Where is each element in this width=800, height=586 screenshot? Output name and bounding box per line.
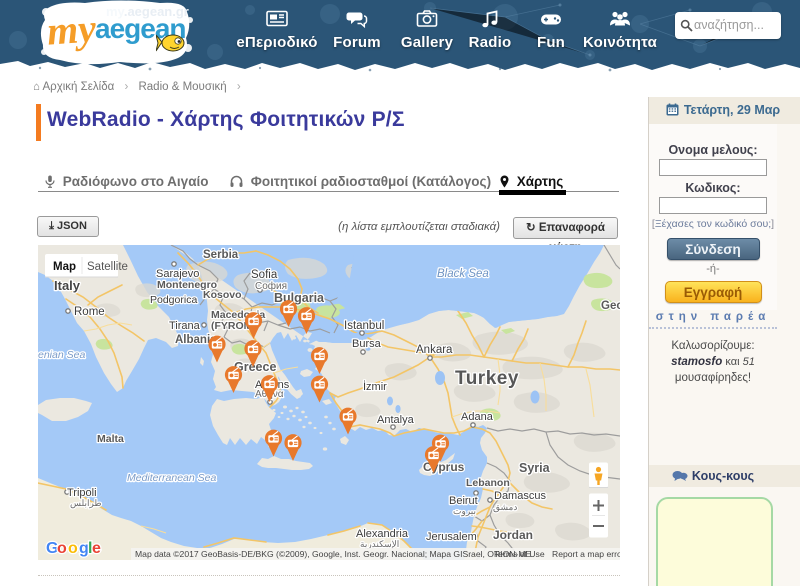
svg-text:Antalya: Antalya [377,414,415,426]
svg-text:Serbia: Serbia [203,249,239,261]
svg-text:طرابلس: طرابلس [70,498,102,509]
svg-text:Jordan: Jordan [493,528,533,542]
svg-text:Map data ©2017 GeoBasis-DE/BKG: Map data ©2017 GeoBasis-DE/BKG (©2009), … [135,549,531,559]
svg-text:Satellite: Satellite [87,261,128,273]
svg-text:Mediterranean Sea: Mediterranean Sea [127,472,216,484]
svg-text:دمشق: دمشق [493,502,517,513]
svg-text:enian Sea: enian Sea [38,349,85,361]
svg-text:Report a map error: Report a map error [552,549,620,559]
svg-text:o: o [68,540,78,557]
svg-text:Italy: Italy [54,278,81,293]
svg-text:Syria: Syria [519,461,551,475]
svg-text:e: e [92,540,101,557]
svg-text:o: o [57,540,67,557]
svg-text:Malta: Malta [97,433,124,445]
svg-text:Terms of Use: Terms of Use [494,549,545,559]
svg-text:Kosovo: Kosovo [203,289,242,301]
svg-text:Rome: Rome [74,306,105,318]
svg-text:Podgorica: Podgorica [150,294,197,306]
svg-text:Turkey: Turkey [455,368,519,389]
svg-text:Damascus: Damascus [494,490,546,502]
svg-text:Black Sea: Black Sea [437,268,489,280]
svg-text:Ankara: Ankara [416,344,453,356]
svg-text:İzmir: İzmir [363,380,387,393]
svg-text:Tirana: Tirana [169,320,201,332]
svg-text:Bulgaria: Bulgaria [274,291,325,305]
svg-text:Lebanon: Lebanon [466,477,510,489]
svg-text:Istanbul: Istanbul [344,320,384,332]
svg-text:Map: Map [53,261,76,273]
svg-text:Geo: Geo [601,300,620,312]
svg-text:بيروت: بيروت [453,506,476,517]
svg-text:Adana: Adana [461,411,494,423]
svg-text:Jerusalem: Jerusalem [426,531,477,543]
svg-text:Sofia: Sofia [251,269,278,281]
svg-text:Bursa: Bursa [352,338,382,350]
